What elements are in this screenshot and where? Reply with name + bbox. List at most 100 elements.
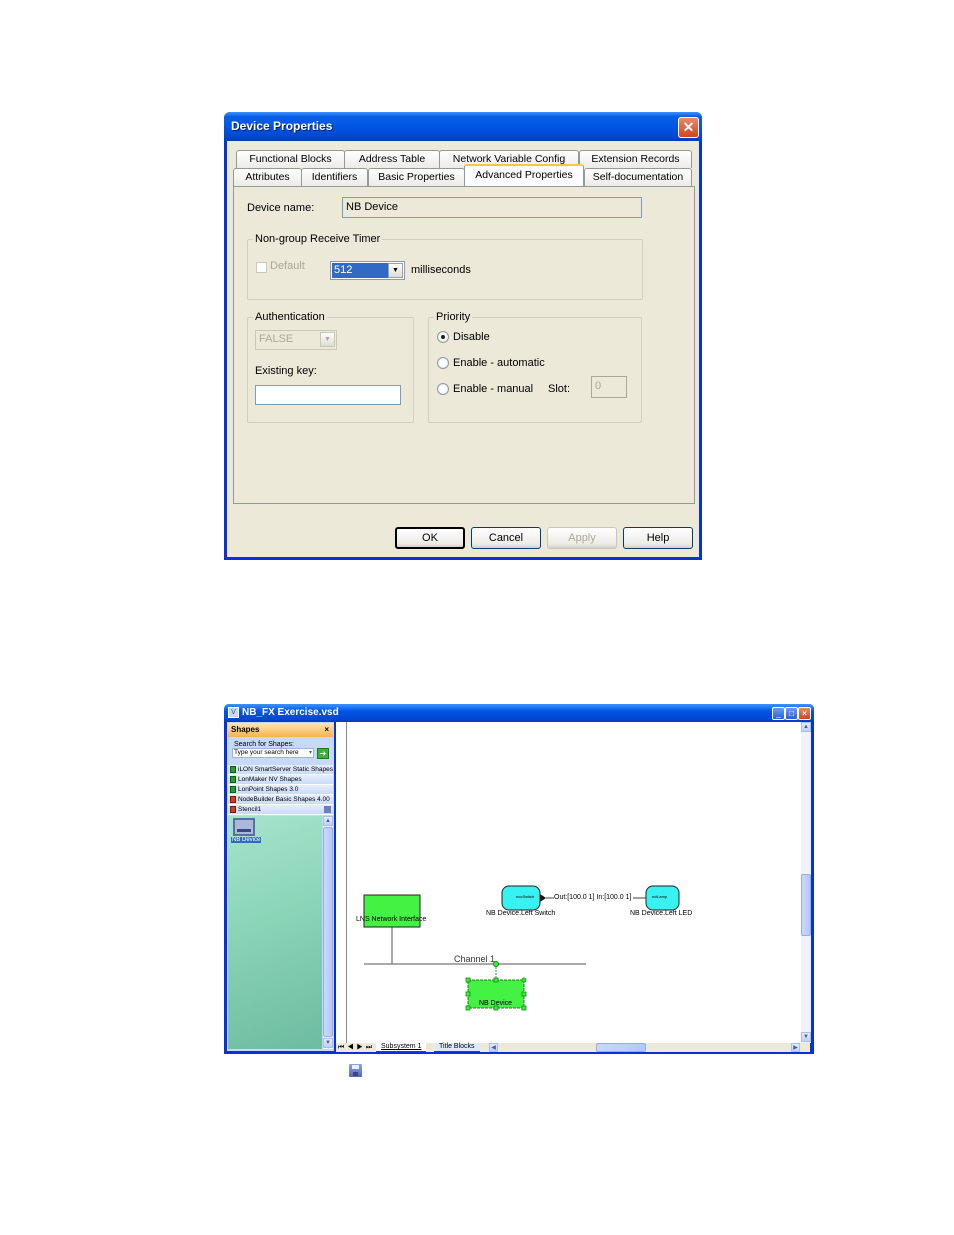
scroll-left-button[interactable]: ◀: [489, 1043, 498, 1052]
visio-titlebar[interactable]: V NB_FX Exercise.vsd _ □ ×: [224, 704, 814, 722]
chevron-down-icon[interactable]: ▼: [320, 332, 335, 347]
search-label: Search for Shapes:: [234, 741, 294, 748]
nb-device-master-label[interactable]: NB Device: [231, 837, 262, 843]
page-tab-title-blocks[interactable]: Title Blocks: [434, 1043, 480, 1052]
default-label: Default: [270, 260, 305, 272]
slot-field[interactable]: 0: [591, 376, 627, 398]
tab-basic-properties[interactable]: Basic Properties: [368, 168, 465, 186]
stencil-body: NB Device: [228, 816, 322, 1049]
left-switch-label: NB Device.Left Switch: [486, 910, 556, 917]
search-placeholder: Type your search here: [234, 749, 299, 756]
nb-device-master-icon[interactable]: [233, 818, 255, 836]
timer-value: 512: [332, 263, 388, 278]
chevron-down-icon[interactable]: ▾: [309, 749, 312, 757]
priority-auto-label: Enable - automatic: [453, 357, 545, 369]
stencil-item[interactable]: NodeBuilder Basic Shapes 4.00: [228, 795, 333, 805]
timer-value-select[interactable]: 512 ▼: [330, 261, 405, 280]
search-input[interactable]: Type your search here ▾: [232, 748, 314, 758]
minimize-button[interactable]: _: [772, 707, 785, 720]
stencil-label: NodeBuilder Basic Shapes 4.00: [238, 796, 330, 803]
chevron-down-icon[interactable]: ▼: [388, 263, 403, 278]
scroll-thumb[interactable]: [801, 874, 811, 936]
drawing-canvas[interactable]: LNS Network Interface nvoSwitch NB Devic…: [336, 722, 801, 1043]
authentication-value: FALSE: [259, 333, 294, 345]
minimize-icon: _: [776, 709, 781, 718]
shapes-pane-header: Shapes ×: [228, 723, 333, 737]
stencil-item[interactable]: Stencil1: [228, 805, 333, 815]
stencil-icon: [230, 776, 236, 783]
stencil-icon: [230, 766, 236, 773]
scroll-thumb[interactable]: [323, 827, 333, 1037]
dialog-title: Device Properties: [231, 119, 333, 133]
authentication-legend: Authentication: [253, 311, 327, 323]
visio-document-icon: V: [228, 707, 239, 718]
scroll-down-button[interactable]: ▼: [801, 1032, 811, 1042]
help-button[interactable]: Help: [623, 527, 693, 549]
tab-identifiers[interactable]: Identifiers: [301, 168, 368, 186]
stencil-item[interactable]: LonMaker NV Shapes: [228, 775, 333, 785]
last-page-icon[interactable]: ⏭: [366, 1044, 375, 1051]
slot-label: Slot:: [548, 383, 571, 395]
scroll-down-button[interactable]: ▼: [323, 1038, 333, 1048]
shapes-vertical-scrollbar[interactable]: ▲ ▼: [323, 816, 333, 1049]
next-page-icon[interactable]: ▶: [357, 1044, 366, 1051]
canvas-vertical-scrollbar[interactable]: ▲ ▼: [801, 722, 811, 1043]
left-led-inner-label: nviLamp: [652, 894, 668, 899]
close-icon: ×: [802, 709, 807, 718]
stencil-item[interactable]: iLON SmartServer Static Shapes: [228, 765, 333, 775]
tab-self-documentation[interactable]: Self-documentation: [584, 168, 692, 186]
page-tab-subsystem-1[interactable]: Subsystem 1: [376, 1043, 427, 1052]
save-icon: [349, 1064, 362, 1077]
close-icon[interactable]: ×: [324, 723, 329, 737]
save-icon[interactable]: [324, 806, 331, 813]
priority-manual-radio[interactable]: [437, 383, 449, 395]
stencil-icon: [230, 786, 236, 793]
scroll-right-button[interactable]: ▶: [791, 1043, 800, 1052]
arrow-right-icon: ➔: [319, 749, 327, 758]
channel-label: Channel 1: [454, 954, 496, 964]
dialog-titlebar[interactable]: Device Properties ✕: [224, 112, 702, 141]
maximize-button[interactable]: □: [785, 707, 798, 720]
tab-address-table[interactable]: Address Table: [344, 150, 440, 168]
horizontal-scroll-thumb[interactable]: [596, 1043, 646, 1052]
first-page-icon[interactable]: ⏮: [338, 1044, 347, 1051]
lns-interface-label: LNS Network Interface: [356, 916, 427, 923]
priority-disable-radio[interactable]: [437, 331, 449, 343]
prev-page-icon[interactable]: ◀: [347, 1044, 356, 1051]
scroll-up-button[interactable]: ▲: [801, 722, 811, 732]
diagram-svg: [363, 885, 680, 1011]
existing-key-label: Existing key:: [255, 365, 317, 377]
visio-window: V NB_FX Exercise.vsd _ □ × Shapes × Sear…: [224, 704, 814, 1054]
maximize-icon: □: [789, 709, 794, 718]
visio-close-button[interactable]: ×: [798, 707, 811, 720]
page-nav-buttons[interactable]: ⏮◀▶⏭: [338, 1043, 375, 1052]
scroll-up-button[interactable]: ▲: [323, 816, 333, 826]
priority-auto-radio[interactable]: [437, 357, 449, 369]
stencil-label: LonPoint Shapes 3.0: [238, 786, 299, 793]
left-led-label: NB Device.Left LED: [630, 910, 693, 917]
close-icon: ✕: [682, 119, 695, 135]
stencil-label: LonMaker NV Shapes: [238, 776, 302, 783]
default-checkbox[interactable]: [256, 262, 267, 273]
ok-button[interactable]: OK: [395, 527, 465, 549]
authentication-select[interactable]: FALSE ▼: [255, 330, 337, 350]
tab-attributes[interactable]: Attributes: [233, 168, 302, 186]
search-go-button[interactable]: ➔: [317, 748, 329, 759]
receive-timer-group: Non-group Receive Timer Default 512 ▼ mi…: [247, 233, 643, 300]
dialog-client: Functional Blocks Address Table Network …: [227, 141, 699, 557]
priority-manual-label: Enable - manual: [453, 383, 534, 395]
connection-label: Out:[100.0 1] In:[100.0 1]: [554, 894, 632, 901]
priority-group: Priority Disable Enable - automatic Enab…: [428, 311, 642, 423]
priority-legend: Priority: [434, 311, 473, 323]
tab-functional-blocks[interactable]: Functional Blocks: [236, 150, 345, 168]
nb-device-label: NB Device: [479, 1000, 513, 1007]
tab-advanced-properties[interactable]: Advanced Properties: [464, 164, 584, 186]
apply-button[interactable]: Apply: [547, 527, 617, 549]
stencil-item[interactable]: LonPoint Shapes 3.0: [228, 785, 333, 795]
dialog-close-button[interactable]: ✕: [678, 117, 699, 138]
shapes-pane: Shapes × Search for Shapes: Type your se…: [227, 722, 334, 1051]
tab-extension-records[interactable]: Extension Records: [579, 150, 692, 168]
existing-key-input[interactable]: [255, 385, 401, 405]
cancel-button[interactable]: Cancel: [471, 527, 541, 549]
receive-timer-legend: Non-group Receive Timer: [253, 233, 383, 245]
